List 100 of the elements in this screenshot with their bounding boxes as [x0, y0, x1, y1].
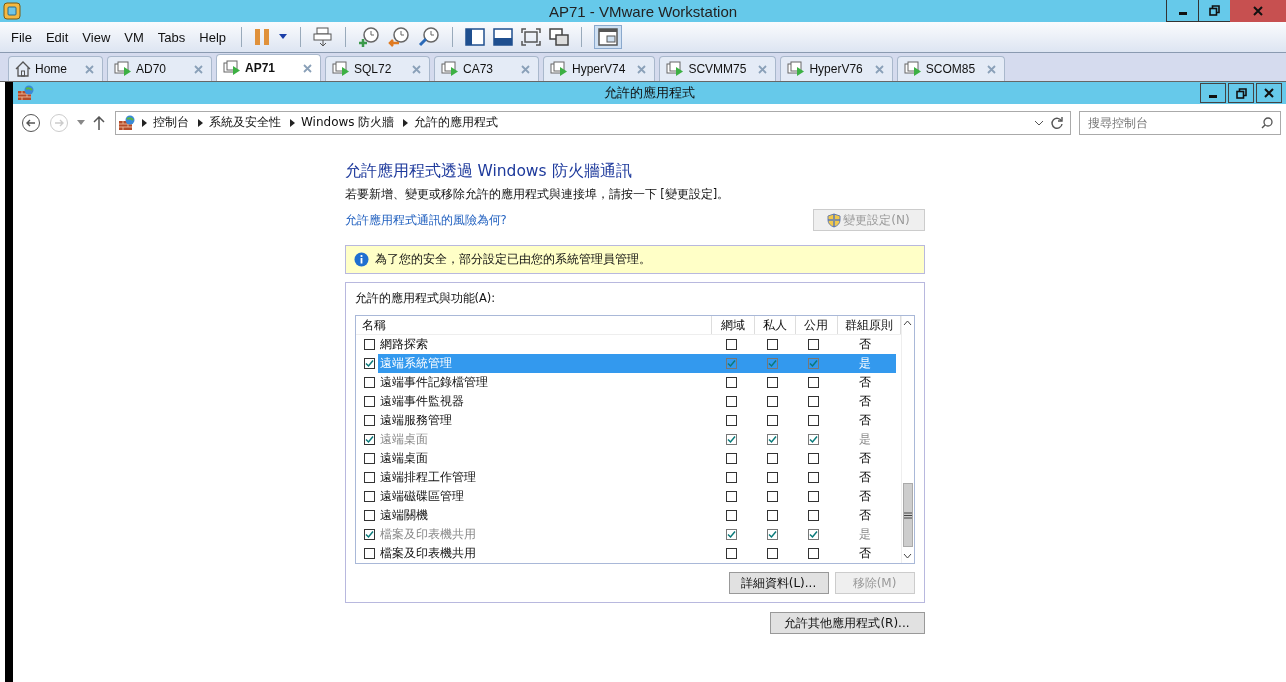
app-name[interactable]: 遠端排程工作管理 — [377, 468, 711, 487]
scroll-up-icon[interactable] — [903, 320, 912, 326]
checkbox[interactable] — [363, 548, 375, 559]
vm-tab[interactable]: HyperV76 — [780, 56, 893, 81]
checkbox[interactable] — [807, 453, 819, 464]
vm-tab[interactable]: SCOM85 — [896, 56, 1006, 81]
checkbox[interactable] — [363, 472, 375, 483]
checkbox[interactable] — [726, 453, 737, 464]
checkbox[interactable] — [767, 415, 778, 426]
scrollbar-thumb[interactable] — [902, 483, 913, 547]
search-field[interactable]: 搜尋控制台 — [1079, 110, 1281, 135]
app-name[interactable]: 遠端桌面 — [377, 449, 711, 468]
checkbox[interactable] — [807, 472, 819, 483]
checkbox[interactable] — [767, 472, 778, 483]
recent-pages-caret-icon[interactable] — [77, 120, 85, 125]
checkbox[interactable] — [363, 415, 375, 426]
checkbox[interactable] — [363, 396, 375, 407]
column-header[interactable]: 公用 — [795, 316, 838, 334]
minimize-button[interactable] — [1166, 0, 1199, 22]
checkbox[interactable] — [807, 491, 819, 502]
checkbox[interactable] — [807, 415, 819, 426]
app-name[interactable]: 檔案及印表機共用 — [377, 544, 711, 563]
vm-tab[interactable]: AP71 — [216, 54, 321, 81]
breadcrumb-item[interactable]: 系統及安全性 — [209, 114, 281, 131]
checkbox[interactable] — [767, 396, 778, 407]
checkbox[interactable] — [767, 453, 778, 464]
breadcrumb-item[interactable]: Windows 防火牆 — [301, 114, 395, 131]
checkbox[interactable] — [363, 377, 375, 388]
restore-icon — [1209, 5, 1220, 16]
checkbox[interactable] — [726, 339, 737, 350]
column-header[interactable]: 名稱 — [355, 316, 712, 334]
checkbox[interactable] — [726, 510, 737, 521]
scroll-down-icon[interactable] — [903, 553, 912, 559]
vm-tab[interactable]: SQL72 — [325, 56, 430, 81]
details-button[interactable]: 詳細資料(L)... — [728, 572, 829, 594]
thumbnail-view-button[interactable] — [594, 25, 623, 49]
checkbox[interactable] — [726, 396, 737, 407]
menu-item[interactable]: Tabs — [154, 29, 189, 45]
checkbox[interactable] — [363, 510, 375, 521]
vm-tab[interactable]: HyperV74 — [543, 56, 656, 81]
close-button[interactable] — [1256, 83, 1282, 103]
vm-tab[interactable]: Home — [8, 56, 103, 81]
checkbox[interactable] — [807, 510, 819, 521]
console-view-icon[interactable] — [493, 28, 514, 46]
app-name[interactable]: 遠端事件監視器 — [377, 392, 711, 411]
menu-item[interactable]: Edit — [42, 29, 72, 45]
checkbox[interactable] — [726, 377, 737, 388]
checkbox[interactable] — [767, 510, 778, 521]
checkbox[interactable] — [767, 491, 778, 502]
checkbox[interactable] — [767, 377, 778, 388]
dropdown-caret-icon[interactable] — [1034, 119, 1044, 126]
full-screen-icon[interactable] — [521, 28, 542, 46]
scrollbar[interactable] — [900, 316, 914, 563]
breadcrumb-item[interactable]: 控制台 — [153, 114, 189, 131]
menu-item[interactable]: File — [8, 29, 35, 45]
menu-item[interactable]: VM — [121, 29, 147, 45]
group-policy-cell: 是 — [858, 527, 871, 542]
minimize-button[interactable] — [1200, 83, 1226, 103]
checkbox[interactable] — [807, 377, 819, 388]
back-icon[interactable] — [21, 112, 41, 133]
column-header[interactable]: 群組原則 — [837, 316, 901, 334]
app-name[interactable]: 遠端磁碟區管理 — [377, 487, 711, 506]
snapshot-icon[interactable] — [358, 26, 381, 48]
vm-tab[interactable]: SCVMM75 — [659, 56, 777, 81]
checkbox[interactable] — [726, 491, 737, 502]
checkbox[interactable] — [807, 396, 819, 407]
app-name[interactable]: 遠端事件記錄檔管理 — [377, 373, 711, 392]
checkbox[interactable] — [363, 453, 375, 464]
vm-tab[interactable]: AD70 — [107, 56, 212, 81]
close-tab-icon[interactable] — [303, 63, 312, 73]
unity-view-icon[interactable] — [549, 28, 570, 46]
risk-link[interactable]: 允許應用程式通訊的風險為何? — [344, 212, 507, 228]
send-keys-icon[interactable] — [313, 27, 334, 47]
checkbox[interactable] — [363, 491, 375, 502]
revert-snapshot-icon[interactable] — [388, 26, 411, 48]
column-header[interactable]: 網域 — [711, 316, 755, 334]
checkbox[interactable] — [767, 548, 778, 559]
snapshot-manager-icon[interactable] — [418, 26, 441, 48]
allow-other-app-button[interactable]: 允許其他應用程式(R)... — [769, 612, 925, 634]
sidebar-view-icon[interactable] — [465, 28, 486, 46]
menu-item[interactable]: View — [79, 29, 114, 45]
refresh-icon[interactable] — [1050, 115, 1064, 130]
checkbox[interactable] — [363, 339, 375, 350]
checkbox[interactable] — [767, 339, 778, 350]
app-name[interactable]: 遠端關機 — [377, 506, 711, 525]
checkbox[interactable] — [726, 548, 737, 559]
breadcrumb-item[interactable]: 允許的應用程式 — [414, 114, 499, 131]
restore-button[interactable] — [1228, 83, 1254, 103]
app-name[interactable]: 遠端服務管理 — [377, 411, 711, 430]
checkbox[interactable] — [807, 548, 819, 559]
checkbox[interactable] — [726, 415, 737, 426]
up-arrow-icon[interactable] — [93, 115, 105, 130]
checkbox[interactable] — [726, 472, 737, 483]
app-name[interactable]: 網路探索 — [377, 335, 711, 354]
checkbox[interactable] — [807, 339, 819, 350]
dropdown-caret-icon[interactable] — [278, 34, 289, 40]
column-header[interactable]: 私人 — [754, 316, 796, 334]
address-bar[interactable]: 控制台 系統及安全性 Windows 防火牆 允許的應用程式 — [115, 110, 1071, 135]
vm-tab[interactable]: CA73 — [434, 56, 539, 81]
menu-item[interactable]: Help — [196, 29, 230, 45]
